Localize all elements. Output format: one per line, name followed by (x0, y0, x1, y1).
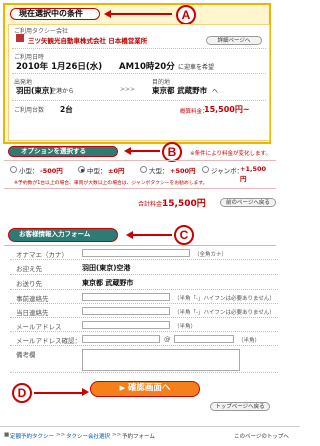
count-value: 2台 (60, 105, 73, 114)
from-value: 羽田(東京) (16, 86, 53, 95)
option-label-large: 大型： (149, 167, 169, 175)
pointer-line-a (110, 13, 172, 15)
confirm-arrow-icon: ▶ (119, 384, 125, 392)
breadcrumb-item-2[interactable]: タクシー会社選択 (66, 432, 110, 440)
pointer-line-b (130, 150, 160, 152)
option-price-jumbo: +1,500円 (240, 165, 267, 183)
radio-selected-dot-icon (80, 168, 84, 172)
option-radio-medium[interactable] (78, 166, 85, 173)
marker-b: B (162, 142, 182, 162)
divider (12, 100, 266, 101)
breadcrumb-item-3: 予約フォーム (122, 434, 155, 440)
name-kana-input[interactable] (82, 249, 190, 257)
field-label: オナマエ（カナ） (16, 251, 68, 259)
current-conditions-title: 現在選択中の条件 (10, 8, 100, 20)
breadcrumb-arrow-icon: ■ (4, 432, 10, 438)
estimate-value: 15,500円~ (204, 105, 250, 114)
customer-form-heading: お客様情報入力フォーム (8, 228, 118, 242)
marker-d: D (12, 383, 32, 403)
pointer-line-d (34, 392, 82, 394)
reservation-date: 2010年 1月26日(水) (16, 62, 103, 72)
option-price-small: -500円 (40, 167, 63, 175)
field-label: お迎え先 (16, 265, 42, 273)
form-row-dropoff: お送り先 東京都 武蔵野市 (10, 276, 278, 290)
back-button[interactable]: 前のページへ戻る (220, 198, 276, 207)
divider (4, 245, 276, 246)
option-notice: ※条件により料金が変化します。 (190, 151, 271, 157)
option-label-jumbo: ジャンボ： (211, 167, 244, 175)
to-suffix: へ (212, 88, 219, 95)
form-row-pickup: お迎え先 羽田(東京)空港 (10, 261, 278, 275)
field-label: 備考欄 (16, 351, 36, 359)
option-label-small: 小型： (19, 167, 39, 175)
form-row-email-confirm: メールアドレス確認： @ （半角） (10, 333, 278, 346)
page-top-link[interactable]: このページのトップへ (234, 432, 289, 440)
field-hint: （半角） (174, 324, 197, 330)
email-confirm-domain-input[interactable] (174, 335, 234, 343)
field-label: メールアドレス確認： (16, 337, 81, 345)
detail-page-button[interactable]: 詳細ページへ (206, 36, 262, 45)
remarks-textarea[interactable] (82, 349, 240, 371)
form-row-remarks: 備考欄 (10, 347, 278, 373)
field-label: 事前連絡先 (16, 295, 49, 303)
top-page-button[interactable]: トップページへ戻る (210, 402, 270, 411)
marker-a: A (176, 5, 196, 25)
count-label: ご利用台数 (14, 107, 45, 114)
option-radio-jumbo[interactable] (202, 166, 209, 173)
company-logo-icon (16, 34, 24, 42)
marker-c: C (174, 225, 194, 245)
breadcrumb-item-1[interactable]: 定額予約タクシー (10, 432, 54, 440)
at-mark: @ (164, 335, 171, 343)
divider (12, 73, 266, 74)
confirm-button[interactable]: ▶ 確認画面へ (90, 381, 200, 397)
from-suffix: 空港から (50, 88, 75, 95)
to-value: 東京都 武蔵野市 (152, 86, 208, 95)
company-name: 三ツ矢観光自動車株式会社 日本橋営業所 (28, 37, 148, 45)
route-arrow: >>> (120, 86, 136, 93)
field-hint: （全角カナ） (194, 252, 228, 258)
field-hint: （半角） (238, 338, 261, 344)
field-label: お送り先 (16, 280, 42, 288)
size-options: 小型： -500円 中型： ±0円 大型： +500円 ジャンボ： +1,500… (10, 165, 272, 183)
email-confirm-local-input[interactable] (82, 335, 160, 343)
form-row-email: メールアドレス （半角） (10, 319, 278, 332)
divider (4, 160, 276, 161)
form-row-contact-before: 事前連絡先 （半角「-」ハイフンは必要ありません） (10, 291, 278, 304)
option-radio-small[interactable] (10, 166, 17, 173)
divider (4, 188, 276, 189)
option-price-medium: ±0円 (108, 167, 125, 175)
form-row-contact-day: 当日連絡先 （半角「-」ハイフンは必要ありません） (10, 305, 278, 318)
dropoff-value: 東京都 武蔵野市 (82, 279, 134, 287)
pickup-value: 羽田(東京)空港 (82, 264, 131, 272)
field-label: 当日連絡先 (16, 309, 49, 317)
option-price-large: +500円 (170, 167, 196, 175)
breadcrumb-sep: >> (112, 432, 122, 438)
form-row-name-kana: オナマエ（カナ） （全角カナ） (10, 247, 278, 260)
divider (12, 48, 266, 49)
reservation-time: AM10時20分 (119, 62, 175, 72)
option-select-heading: オプションを選択する (8, 146, 118, 157)
email-input[interactable] (82, 321, 170, 329)
confirm-button-label: 確認画面へ (127, 383, 171, 393)
option-radio-large[interactable] (140, 166, 147, 173)
total-value: 15,500円 (162, 199, 206, 209)
option-note: ※予約数が1台以上の場合、車両が大数以上の場合は、ジャンボタクシーをお勧めします… (14, 181, 208, 186)
field-label: メールアドレス (16, 323, 62, 331)
contact-day-input[interactable] (82, 307, 170, 315)
pointer-arrow-d-icon (82, 388, 89, 396)
pointer-line-c (132, 234, 172, 236)
field-hint: （半角「-」ハイフンは必要ありません） (174, 296, 275, 302)
breadcrumb-sep: >> (56, 432, 66, 438)
breadcrumb-bar: ■ 定額予約タクシー >> タクシー会社選択 >> 予約フォーム このページのト… (0, 426, 300, 446)
time-suffix: に迎車を希望 (178, 64, 215, 71)
contact-before-input[interactable] (82, 293, 170, 301)
field-hint: （半角「-」ハイフンは必要ありません） (174, 310, 275, 316)
option-label-medium: 中型： (87, 167, 107, 175)
